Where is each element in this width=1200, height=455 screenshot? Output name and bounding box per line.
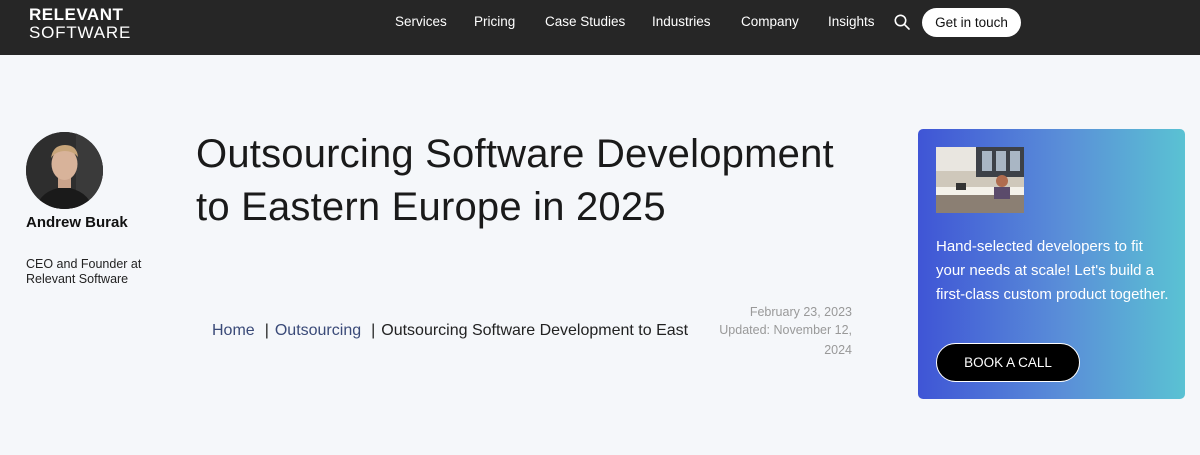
author-avatar: [26, 132, 103, 209]
breadcrumb-current: Outsourcing Software Development to East…: [381, 322, 688, 339]
breadcrumb: Home | Outsourcing | Outsourcing Software De…: [212, 322, 688, 344]
updated-date: Updated: November 12, 2024: [719, 323, 852, 357]
breadcrumb-separator: |: [264, 322, 269, 339]
breadcrumb-home[interactable]: Home: [212, 322, 255, 339]
published-date: February 23, 2023: [749, 305, 852, 319]
page-title: Outsourcing Software Development to East…: [196, 132, 834, 229]
nav-pricing[interactable]: Pricing: [474, 14, 515, 29]
nav-company[interactable]: Company: [741, 14, 799, 29]
author-name[interactable]: Andrew Burak: [26, 214, 146, 232]
nav-case-studies[interactable]: Case Studies: [545, 14, 625, 29]
author-role: CEO and Founder at Relevant Software: [26, 257, 142, 286]
search-icon[interactable]: [893, 13, 911, 31]
promo-text: Hand-selected developers to fit your nee…: [936, 238, 1169, 303]
nav-insights[interactable]: Insights: [828, 14, 875, 29]
author-photo: [26, 132, 103, 209]
office-photo: [936, 147, 1024, 213]
promo-card: Hand-selected developers to fit your nee…: [918, 129, 1185, 399]
logo-line-1: RELEVANT: [29, 5, 124, 24]
breadcrumb-separator: |: [371, 322, 376, 339]
logo-line-2: SOFTWARE: [29, 23, 132, 42]
site-logo[interactable]: RELEVANT SOFTWARE: [29, 6, 131, 41]
nav-services[interactable]: Services: [395, 14, 447, 29]
nav-industries[interactable]: Industries: [652, 14, 711, 29]
breadcrumb-outsourcing[interactable]: Outsourcing: [275, 322, 361, 339]
book-a-call-button[interactable]: BOOK A CALL: [936, 343, 1080, 382]
site-header: RELEVANT SOFTWARE Services Pricing Case …: [0, 0, 1200, 55]
get-in-touch-button[interactable]: Get in touch: [922, 8, 1021, 37]
